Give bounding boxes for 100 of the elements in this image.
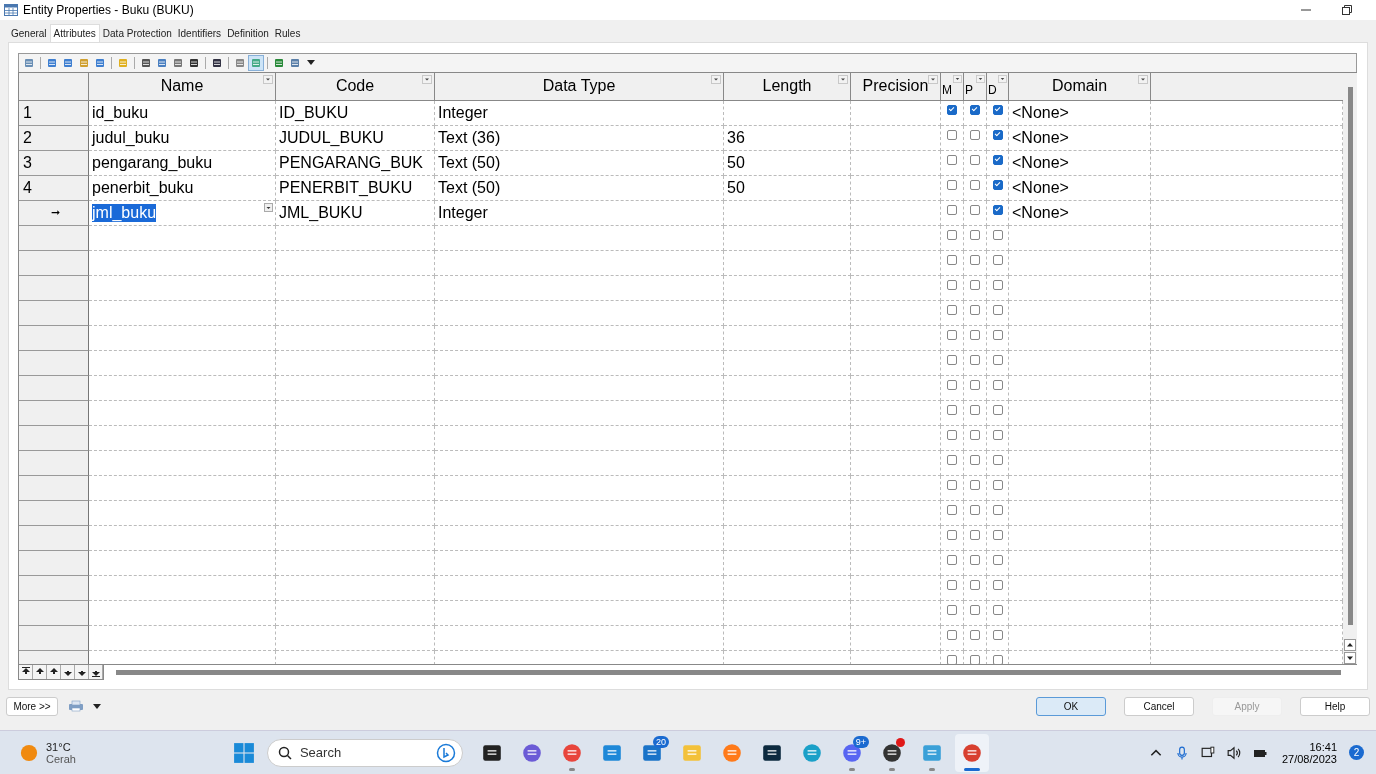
dropdown-icon[interactable] <box>998 74 1007 83</box>
table-cell[interactable]: judul_buku <box>89 125 276 151</box>
primary-checkbox[interactable] <box>970 429 980 440</box>
displayed-checkbox[interactable] <box>992 579 1003 590</box>
column-header[interactable]: Length <box>724 72 851 101</box>
column-header[interactable]: Code <box>276 72 435 101</box>
taskbar-app[interactable]: 9+ <box>834 733 869 772</box>
volume-icon[interactable] <box>1226 745 1241 760</box>
column-header[interactable]: M <box>941 72 964 101</box>
table-cell[interactable]: id_buku <box>89 100 276 126</box>
displayed-checkbox[interactable] <box>992 254 1003 265</box>
dropdown-icon[interactable] <box>264 202 273 212</box>
row-header[interactable] <box>19 300 89 326</box>
restore-icon[interactable] <box>1342 5 1352 15</box>
column-header[interactable]: Name <box>89 72 276 101</box>
mandatory-checkbox[interactable] <box>947 229 957 240</box>
mandatory-checkbox[interactable] <box>947 404 957 415</box>
primary-checkbox[interactable] <box>970 654 980 664</box>
row-header[interactable] <box>19 425 89 451</box>
row-header[interactable]: 1 <box>19 100 89 126</box>
mandatory-checkbox[interactable] <box>947 604 957 615</box>
mandatory-checkbox[interactable] <box>947 279 957 290</box>
tab[interactable]: Rules <box>271 26 304 42</box>
table-cell[interactable]: penerbit_buku <box>89 175 276 201</box>
mandatory-checkbox[interactable] <box>947 504 957 515</box>
start-icon[interactable] <box>232 741 255 764</box>
mandatory-checkbox[interactable] <box>947 654 957 664</box>
row-header[interactable]: 3 <box>19 150 89 176</box>
sun-icon[interactable] <box>20 743 38 762</box>
displayed-checkbox[interactable] <box>992 479 1003 490</box>
row-header[interactable] <box>19 350 89 376</box>
mandatory-checkbox[interactable] <box>947 429 957 440</box>
mandatory-checkbox[interactable] <box>947 104 957 115</box>
column-header[interactable]: Domain <box>1009 72 1151 101</box>
tab[interactable]: Attributes <box>49 24 100 42</box>
dropdown-icon[interactable] <box>953 74 962 83</box>
table-cell[interactable]: jml_buku <box>89 200 276 226</box>
primary-checkbox[interactable] <box>970 604 980 615</box>
row-header[interactable]: 2 <box>19 125 89 151</box>
displayed-checkbox[interactable] <box>992 179 1003 190</box>
mandatory-checkbox[interactable] <box>947 629 957 640</box>
row-header[interactable] <box>19 325 89 351</box>
displayed-checkbox[interactable] <box>992 329 1003 340</box>
mandatory-checkbox[interactable] <box>947 579 957 590</box>
taskbar-app[interactable]: 20 <box>634 733 669 772</box>
row-header[interactable] <box>19 400 89 426</box>
primary-checkbox[interactable] <box>970 579 980 590</box>
primary-checkbox[interactable] <box>970 254 980 265</box>
displayed-checkbox[interactable] <box>992 129 1003 140</box>
displayed-checkbox[interactable] <box>992 229 1003 240</box>
dialog-button[interactable]: OK <box>1036 696 1106 716</box>
primary-checkbox[interactable] <box>970 504 980 515</box>
dialog-button[interactable]: Cancel <box>1124 696 1194 716</box>
column-header[interactable]: Data Type <box>435 72 724 101</box>
printer-icon[interactable] <box>68 700 84 712</box>
row-header[interactable] <box>19 275 89 301</box>
row-header[interactable] <box>19 475 89 501</box>
primary-checkbox[interactable] <box>970 529 980 540</box>
primary-checkbox[interactable] <box>970 279 980 290</box>
row-header[interactable] <box>19 525 89 551</box>
mandatory-checkbox[interactable] <box>947 154 957 165</box>
row-header[interactable] <box>19 250 89 276</box>
caret-icon[interactable] <box>93 703 101 709</box>
mandatory-checkbox[interactable] <box>947 179 957 190</box>
primary-checkbox[interactable] <box>970 104 980 115</box>
primary-checkbox[interactable] <box>970 229 980 240</box>
tab[interactable]: Data Protection <box>99 26 175 42</box>
primary-checkbox[interactable] <box>970 404 980 415</box>
caret-icon[interactable] <box>307 60 315 66</box>
primary-checkbox[interactable] <box>970 179 980 190</box>
primary-checkbox[interactable] <box>970 379 980 390</box>
row-header[interactable] <box>19 500 89 526</box>
scroll-down-icon[interactable] <box>1344 652 1356 664</box>
primary-checkbox[interactable] <box>970 329 980 340</box>
dropdown-icon[interactable] <box>976 74 985 83</box>
displayed-checkbox[interactable] <box>992 629 1003 640</box>
primary-checkbox[interactable] <box>970 354 980 365</box>
row-header[interactable]: ➞ <box>19 200 89 226</box>
row-header[interactable] <box>19 550 89 576</box>
horizontal-scrollbar[interactable] <box>116 669 1341 675</box>
displayed-checkbox[interactable] <box>992 204 1003 215</box>
row-header[interactable] <box>19 625 89 651</box>
mandatory-checkbox[interactable] <box>947 329 957 340</box>
displayed-checkbox[interactable] <box>992 554 1003 565</box>
row-header[interactable] <box>19 450 89 476</box>
mandatory-checkbox[interactable] <box>947 529 957 540</box>
mandatory-checkbox[interactable] <box>947 479 957 490</box>
clock-time[interactable]: 16:41 <box>1309 740 1337 753</box>
displayed-checkbox[interactable] <box>992 604 1003 615</box>
displayed-checkbox[interactable] <box>992 429 1003 440</box>
search-field[interactable]: Search <box>266 738 463 767</box>
row-header[interactable] <box>19 575 89 601</box>
displayed-checkbox[interactable] <box>992 279 1003 290</box>
displayed-checkbox[interactable] <box>992 104 1003 115</box>
more-button[interactable]: More >> <box>6 696 58 716</box>
notification-count[interactable]: 2 <box>1349 745 1364 760</box>
primary-checkbox[interactable] <box>970 129 980 140</box>
column-header[interactable]: Precision <box>851 72 941 101</box>
microphone-icon[interactable] <box>1174 745 1189 760</box>
row-header[interactable] <box>19 600 89 626</box>
